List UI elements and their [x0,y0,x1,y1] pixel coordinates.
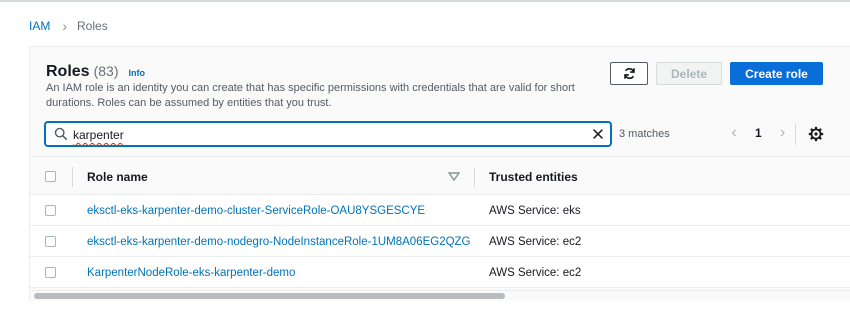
trusted-entity: AWS Service: ec2 [489,236,582,248]
select-all-checkbox[interactable] [45,171,56,182]
role-name-link[interactable]: KarpenterNodeRole-eks-karpenter-demo [87,267,295,279]
close-icon[interactable] [591,127,605,141]
chevron-left-icon[interactable]: ‹ [727,125,741,141]
info-link[interactable]: Info [128,68,145,78]
search-icon [54,127,68,141]
role-name-link[interactable]: eksctl-eks-karpenter-demo-cluster-Servic… [87,205,425,217]
role-name-link[interactable]: eksctl-eks-karpenter-demo-nodegro-NodeIn… [87,236,471,248]
column-divider [72,167,73,187]
panel-header: Roles (83) Info [46,63,145,81]
current-page[interactable]: 1 [755,126,762,140]
breadcrumb: IAM › Roles [29,19,108,33]
top-divider [0,0,850,2]
refresh-button[interactable] [610,62,648,85]
chevron-right-icon: › [62,18,68,34]
horizontal-scrollbar[interactable] [30,290,850,301]
search-input[interactable]: karpenter [73,128,124,142]
scrollbar-thumb[interactable] [34,293,505,299]
table-row: eksctl-eks-karpenter-demo-cluster-Servic… [30,195,850,226]
toolbar-divider [795,123,796,145]
row-checkbox[interactable] [45,267,56,278]
trusted-entity: AWS Service: eks [489,205,581,217]
chevron-right-icon[interactable]: › [776,125,790,141]
delete-button[interactable]: Delete [656,62,722,85]
row-checkbox[interactable] [45,205,56,216]
pagination: ‹ 1 › [727,125,790,141]
row-checkbox[interactable] [45,236,56,247]
trusted-entity: AWS Service: ec2 [489,267,582,279]
breadcrumb-iam-link[interactable]: IAM [29,19,50,33]
page-title: Roles [46,63,90,80]
table-row: eksctl-eks-karpenter-demo-nodegro-NodeIn… [30,226,850,257]
breadcrumb-current: Roles [77,19,108,33]
page-description: An IAM role is an identity you can creat… [46,82,575,109]
refresh-icon [623,67,635,80]
roles-count: (83) [93,63,119,79]
roles-panel: Roles (83) Info An IAM role is an identi… [29,46,850,301]
match-count: 3 matches [619,128,670,140]
table-row: KarpenterNodeRole-eks-karpenter-demo AWS… [30,257,850,288]
column-divider [474,167,475,187]
sort-descending-icon[interactable] [448,172,460,181]
column-header-trusted-entities[interactable]: Trusted entities [489,170,578,184]
column-header-role-name[interactable]: Role name [87,170,148,184]
gear-icon[interactable] [808,126,824,142]
create-role-button[interactable]: Create role [730,62,823,85]
search-field[interactable]: karpenter [45,122,611,146]
table-header: Role name Trusted entities [30,156,850,195]
